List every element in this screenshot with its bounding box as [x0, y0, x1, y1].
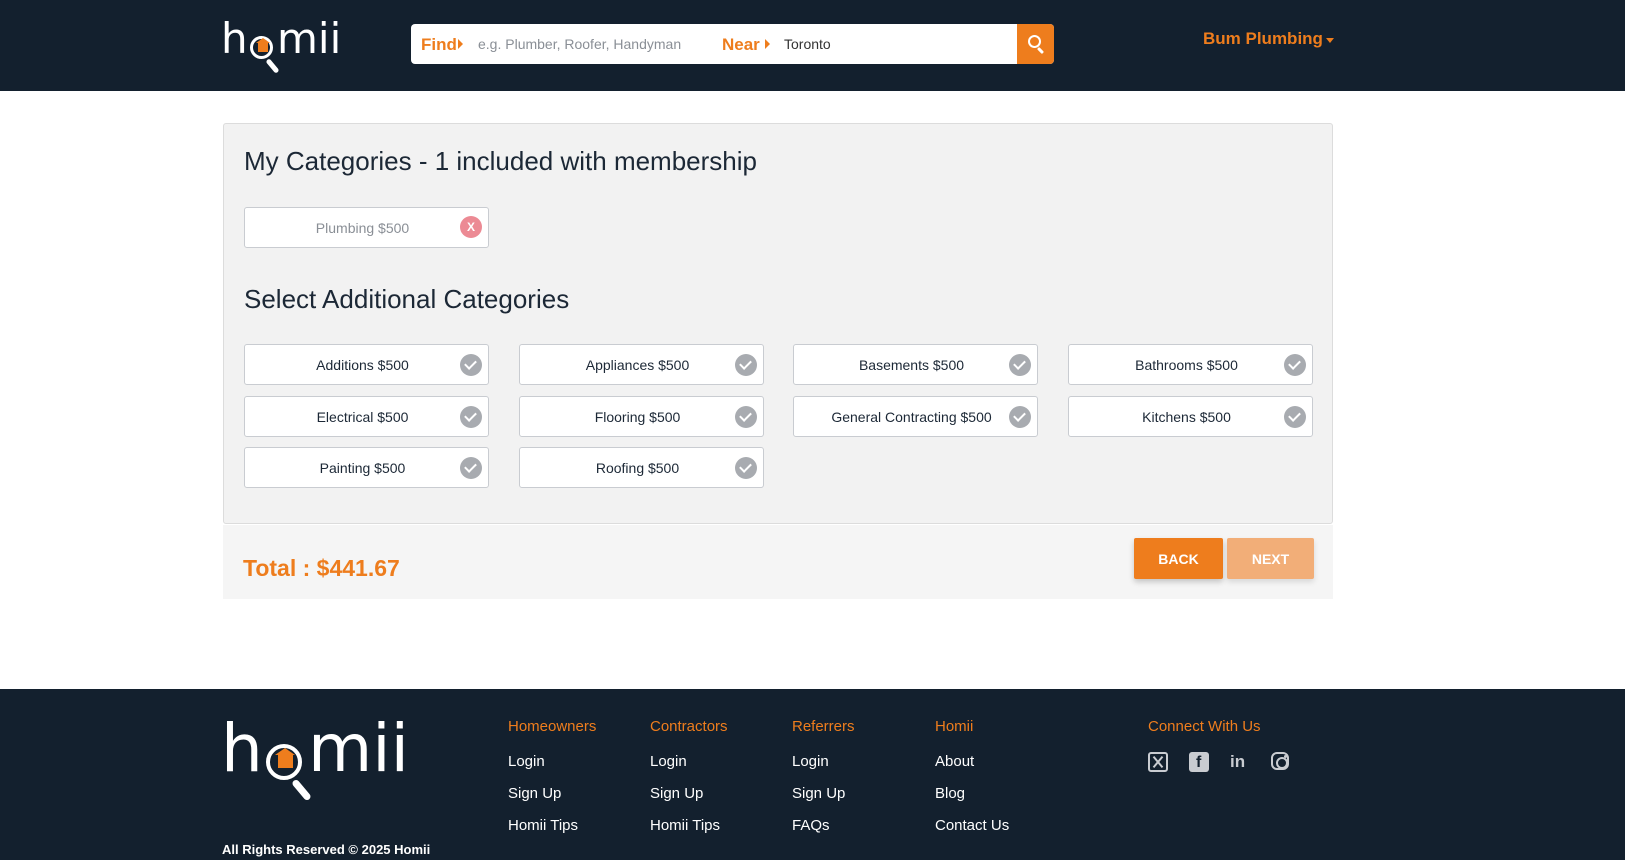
logo-h: h: [221, 14, 248, 63]
check-icon[interactable]: [1009, 406, 1031, 428]
category-label: General Contracting $500: [831, 409, 992, 425]
find-label: Find: [421, 35, 457, 54]
footer-heading: Connect With Us: [1148, 718, 1261, 735]
footer-link[interactable]: Sign Up: [650, 785, 728, 802]
check-icon[interactable]: [460, 457, 482, 479]
footer-link[interactable]: Homii Tips: [650, 817, 728, 834]
site-header: homii h mii Find Near Bum Plumbing: [0, 0, 1625, 91]
footer-column-connect: Connect With Us: [1148, 718, 1261, 753]
house-icon: [256, 38, 270, 52]
footer-column-homii: Homii About Blog Contact Us: [935, 718, 1009, 849]
footer-link[interactable]: Contact Us: [935, 817, 1009, 834]
check-icon[interactable]: [1009, 354, 1031, 376]
footer-link[interactable]: Login: [508, 753, 596, 770]
next-button[interactable]: NEXT: [1227, 538, 1314, 579]
check-icon[interactable]: [1284, 406, 1306, 428]
footer-link[interactable]: FAQs: [792, 817, 855, 834]
additional-categories-title: Select Additional Categories: [244, 284, 570, 314]
categories-panel: My Categories - 1 included with membersh…: [223, 123, 1333, 524]
search-bar: Find Near: [411, 24, 1054, 64]
instagram-icon[interactable]: [1271, 752, 1289, 770]
footer-column-referrers: Referrers Login Sign Up FAQs: [792, 718, 855, 849]
footer-logo-magnifier-icon: [266, 744, 302, 780]
footer-link[interactable]: Sign Up: [508, 785, 596, 802]
category-option[interactable]: Painting $500: [244, 447, 489, 488]
category-option[interactable]: Basements $500: [793, 344, 1038, 385]
check-icon[interactable]: [735, 354, 757, 376]
search-button[interactable]: [1017, 24, 1054, 64]
category-label: Plumbing $500: [315, 220, 410, 236]
linkedin-icon[interactable]: in: [1230, 752, 1250, 772]
copyright-text: All Rights Reserved © 2025 Homii: [222, 842, 431, 857]
category-option[interactable]: Flooring $500: [519, 396, 764, 437]
category-label: Bathrooms $500: [1135, 357, 1238, 373]
my-category-item: Plumbing $500 X: [244, 207, 489, 248]
footer-logo-mii: mii: [308, 710, 409, 787]
back-button[interactable]: BACK: [1134, 538, 1223, 579]
category-label: Flooring $500: [594, 409, 681, 425]
near-input[interactable]: [784, 30, 1004, 58]
search-icon-handle: [1036, 46, 1045, 55]
site-footer: homii h mii All Rights Reserved © 2025 H…: [0, 689, 1625, 860]
check-icon[interactable]: [460, 406, 482, 428]
check-icon[interactable]: [460, 354, 482, 376]
category-option[interactable]: Kitchens $500: [1068, 396, 1313, 437]
footer-link[interactable]: About: [935, 753, 1009, 770]
footer-logo-h: h: [221, 710, 263, 787]
my-categories-title: My Categories - 1 included with membersh…: [244, 146, 757, 176]
category-label: Roofing $500: [595, 460, 680, 476]
footer-heading: Contractors: [650, 718, 728, 735]
category-label: Additions $500: [316, 357, 409, 373]
category-label: Painting $500: [319, 460, 406, 476]
logo-mii: mii: [277, 14, 342, 63]
check-icon[interactable]: [735, 457, 757, 479]
find-input[interactable]: [478, 30, 698, 58]
category-option[interactable]: Appliances $500: [519, 344, 764, 385]
footer-link[interactable]: Login: [792, 753, 855, 770]
chevron-down-icon[interactable]: [1326, 38, 1334, 43]
footer-column-contractors: Contractors Login Sign Up Homii Tips: [650, 718, 728, 849]
category-option[interactable]: General Contracting $500: [793, 396, 1038, 437]
footer-heading: Homeowners: [508, 718, 597, 735]
check-icon[interactable]: [1284, 354, 1306, 376]
check-icon[interactable]: [735, 406, 757, 428]
logo-magnifier-icon: [250, 36, 273, 59]
category-option[interactable]: Roofing $500: [519, 447, 764, 488]
footer-link[interactable]: Homii Tips: [508, 817, 596, 834]
category-label: Electrical $500: [316, 409, 409, 425]
caret-right-icon: [765, 39, 770, 49]
remove-category-button[interactable]: X: [460, 216, 482, 238]
total-amount: Total : $441.67: [243, 555, 400, 581]
near-label: Near: [722, 35, 760, 54]
footer-link[interactable]: Login: [650, 753, 728, 770]
total-bar: Total : $441.67 BACK NEXT: [223, 525, 1333, 599]
x-icon[interactable]: [1148, 752, 1168, 772]
footer-link[interactable]: Sign Up: [792, 785, 855, 802]
caret-right-icon: [458, 39, 463, 49]
footer-homii-logo[interactable]: homii h mii: [221, 711, 411, 807]
facebook-icon[interactable]: [1189, 752, 1209, 773]
user-menu[interactable]: Bum Plumbing: [1203, 29, 1323, 49]
category-label: Basements $500: [858, 357, 965, 373]
footer-heading: Referrers: [792, 718, 855, 735]
category-label: Appliances $500: [585, 357, 690, 373]
category-label: Kitchens $500: [1142, 409, 1231, 425]
homii-logo[interactable]: homii h mii: [221, 14, 346, 76]
house-icon: [275, 748, 295, 768]
category-option[interactable]: Additions $500: [244, 344, 489, 385]
footer-link[interactable]: Blog: [935, 785, 1009, 802]
category-option[interactable]: Bathrooms $500: [1068, 344, 1313, 385]
footer-column-homeowners: Homeowners Login Sign Up Homii Tips: [508, 718, 596, 849]
category-option[interactable]: Electrical $500: [244, 396, 489, 437]
footer-heading: Homii: [935, 718, 974, 735]
